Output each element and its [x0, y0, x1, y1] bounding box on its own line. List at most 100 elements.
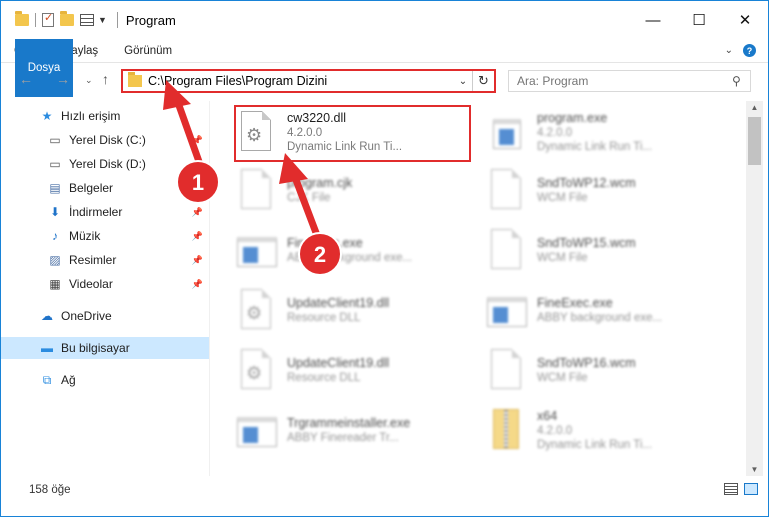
status-bar: 158 öğe: [1, 479, 768, 501]
new-folder-icon[interactable]: [60, 11, 74, 26]
file-item[interactable]: program.exe 4.2.0.0 Dynamic Link Run Ti.…: [465, 103, 715, 161]
sidebar-item-label: Yerel Disk (D:): [69, 157, 146, 171]
file-name: SndToWP15.wcm: [537, 236, 636, 250]
sidebar-item-network[interactable]: ⧉ Ağ: [1, 369, 209, 391]
file-type: ABBY background exe...: [537, 312, 663, 324]
search-icon[interactable]: ⚲: [732, 74, 750, 88]
file-item[interactable]: SndToWP16.wcm WCM File: [465, 341, 715, 399]
sidebar-item-label: Videolar: [69, 277, 113, 291]
sidebar-item-documents[interactable]: ▤ Belgeler 📌: [1, 177, 209, 199]
file-icon: [485, 167, 527, 213]
file-item[interactable]: ⚙ UpdateClient19.dll Resource DLL: [215, 341, 465, 399]
minimize-button[interactable]: —: [630, 1, 676, 39]
vertical-scrollbar[interactable]: ▲ ▼: [746, 101, 763, 476]
file-name: SndToWP16.wcm: [537, 356, 636, 370]
pin-icon[interactable]: 📌: [192, 159, 203, 170]
file-type: ABBY Finereader Tr...: [287, 432, 399, 444]
details-view-icon[interactable]: [724, 483, 738, 495]
file-name: program.exe: [537, 111, 608, 125]
expand-ribbon-icon[interactable]: ⌄: [725, 45, 733, 56]
file-name: FineExec.exe: [287, 236, 363, 250]
chevron-down-icon[interactable]: ⌄: [454, 76, 472, 87]
file-item[interactable]: SndToWP12.wcm WCM File: [465, 161, 715, 219]
quick-access-toolbar: ▼: [15, 11, 107, 27]
customize-dropdown-icon[interactable]: ▼: [98, 15, 107, 25]
file-item[interactable]: FineExec.exe ABBY background exe...: [215, 221, 465, 279]
file-item[interactable]: ⚙ UpdateClient19.dll Resource DLL: [215, 281, 465, 339]
item-count: 158 öğe: [29, 484, 71, 496]
address-bar[interactable]: C:\Program Files\Program Dizini ⌄ ↻: [121, 69, 496, 93]
search-input[interactable]: [517, 74, 732, 88]
navigation-pane: ★ Hızlı erişim ▭ Yerel Disk (C:) 📌 ▭ Yer…: [1, 101, 211, 476]
sidebar-item-onedrive[interactable]: ☁ OneDrive: [1, 305, 209, 327]
view-toggle: [724, 483, 758, 495]
file-version: 4.2.0.0: [537, 425, 573, 437]
folder-icon: [128, 72, 142, 87]
ribbon-controls: ⌄ ?: [725, 39, 768, 62]
help-icon[interactable]: ?: [743, 44, 756, 57]
file-version: 4.2.0.0: [537, 127, 573, 139]
file-item[interactable]: Trgrammeinstaller.exe ABBY Finereader Tr…: [215, 401, 465, 459]
forward-arrow-icon[interactable]: →: [56, 71, 70, 87]
file-item[interactable]: program.cjk CJK File: [215, 161, 465, 219]
sidebar-item-this-pc[interactable]: ▬ Bu bilgisayar: [1, 337, 209, 359]
pin-icon[interactable]: 📌: [192, 207, 203, 218]
document-icon: ▤: [49, 181, 61, 195]
file-type: WCM File: [537, 192, 588, 204]
pin-icon[interactable]: 📌: [192, 231, 203, 242]
file-name: program.cjk: [287, 176, 353, 190]
tiles-view-icon[interactable]: [744, 483, 758, 495]
file-icon: [235, 167, 277, 213]
file-item[interactable]: SndToWP15.wcm WCM File: [465, 221, 715, 279]
properties-icon[interactable]: [42, 11, 54, 27]
zip-folder-icon: [485, 407, 527, 453]
network-icon: ⧉: [42, 372, 52, 387]
file-icon: [485, 347, 527, 393]
file-name: UpdateClient19.dll: [287, 356, 390, 370]
sidebar-item-label: Yerel Disk (C:): [69, 133, 146, 147]
video-icon: ▦: [49, 277, 61, 291]
refresh-icon[interactable]: ↻: [472, 71, 494, 91]
recent-locations-icon[interactable]: ⌄: [85, 75, 93, 86]
file-type: CJK File: [287, 192, 331, 204]
scrollbar-thumb[interactable]: [748, 117, 761, 165]
sidebar-item-disk-d[interactable]: ▭ Yerel Disk (D:) 📌: [1, 153, 209, 175]
dll-gear-icon: ⚙: [235, 287, 277, 333]
dll-gear-icon: ⚙: [235, 347, 277, 393]
scroll-up-icon[interactable]: ▲: [746, 103, 763, 112]
sidebar-item-disk-c[interactable]: ▭ Yerel Disk (C:) 📌: [1, 129, 209, 151]
title-divider: [116, 12, 118, 28]
explorer-window: ▼ Program — ☐ ✕ Dosya Giriş Paylaş Görün…: [0, 0, 769, 517]
file-type: ABBY background exe...: [287, 252, 413, 264]
ribbon-tabs: Dosya Giriş Paylaş Görünüm ⌄ ?: [1, 39, 768, 97]
back-arrow-icon[interactable]: ←: [19, 71, 33, 87]
maximize-button[interactable]: ☐: [676, 1, 722, 39]
sidebar-item-label: İndirmeler: [69, 205, 123, 219]
pin-icon[interactable]: 📌: [192, 255, 203, 266]
file-name: x64: [537, 409, 558, 423]
up-arrow-icon[interactable]: ↑: [102, 71, 109, 87]
computer-icon: ▬: [41, 341, 53, 355]
tab-view[interactable]: Görünüm: [111, 39, 185, 62]
sidebar-item-label: OneDrive: [61, 309, 112, 323]
address-path[interactable]: C:\Program Files\Program Dizini: [148, 74, 454, 88]
close-button[interactable]: ✕: [722, 1, 768, 39]
search-box[interactable]: ⚲: [508, 70, 751, 92]
sidebar-item-quick-access[interactable]: ★ Hızlı erişim: [1, 105, 209, 127]
sidebar-item-label: Hızlı erişim: [61, 109, 121, 123]
file-item[interactable]: x64 4.2.0.0 Dynamic Link Run Ti...: [465, 401, 715, 459]
sidebar-item-label: Ağ: [61, 373, 76, 387]
sidebar-item-downloads[interactable]: ⬇ İndirmeler 📌: [1, 201, 209, 223]
file-type: Dynamic Link Run Ti...: [537, 439, 653, 451]
view-icon[interactable]: [80, 14, 94, 26]
sidebar-item-music[interactable]: ♪ Müzik 📌: [1, 225, 209, 247]
sidebar-item-pictures[interactable]: ▨ Resimler 📌: [1, 249, 209, 271]
pin-icon[interactable]: 📌: [192, 279, 203, 290]
file-name: FineExec.exe: [537, 296, 613, 310]
file-item[interactable]: FineExec.exe ABBY background exe...: [465, 281, 715, 339]
pin-icon[interactable]: 📌: [192, 135, 203, 146]
pin-icon[interactable]: 📌: [192, 183, 203, 194]
sidebar-item-videos[interactable]: ▦ Videolar 📌: [1, 273, 209, 295]
scroll-down-icon[interactable]: ▼: [746, 465, 763, 474]
window-controls: — ☐ ✕: [630, 1, 768, 39]
